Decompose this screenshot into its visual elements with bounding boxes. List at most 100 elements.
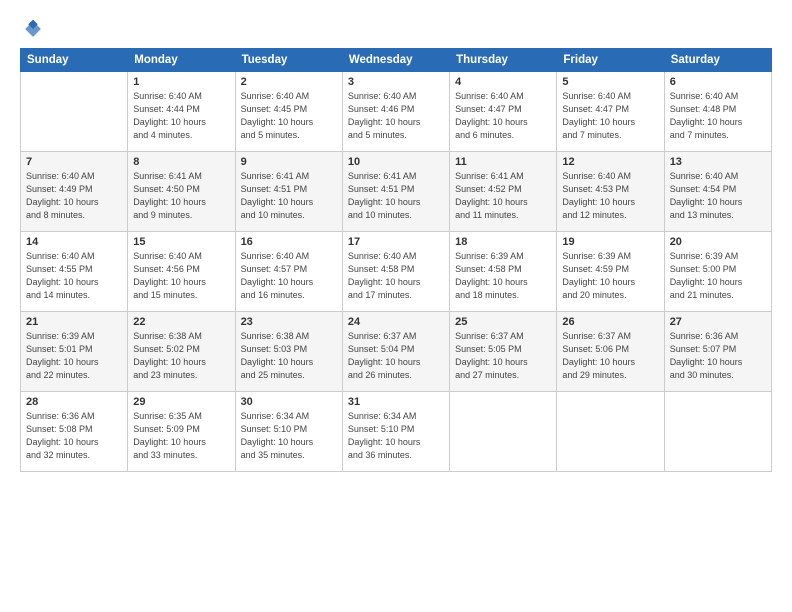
day-cell: 4 Sunrise: 6:40 AM Sunset: 4:47 PM Daylig… [450, 72, 557, 152]
day-number: 24 [348, 316, 444, 328]
day-cell: 31 Sunrise: 6:34 AM Sunset: 5:10 PM Dayli… [342, 392, 449, 472]
day-number: 18 [455, 236, 551, 248]
day-number: 30 [241, 396, 337, 408]
week-row-1: 1Sunrise: 6:40 AM Sunset: 4:44 PM Daylig… [21, 72, 772, 152]
day-number: 7 [26, 156, 122, 168]
day-cell [557, 392, 664, 472]
day-number: 17 [348, 236, 444, 248]
day-info: Sunrise: 6:36 AM Sunset: 5:08 PM Dayligh… [26, 410, 122, 462]
day-info: Sunrise: 6:39 AM Sunset: 5:00 PM Dayligh… [670, 250, 766, 302]
day-info: Sunrise: 6:40 AM Sunset: 4:45 PM Dayligh… [241, 90, 337, 142]
day-number: 9 [241, 156, 337, 168]
day-number: 8 [133, 156, 229, 168]
day-cell: 2 Sunrise: 6:40 AM Sunset: 4:45 PM Daylig… [235, 72, 342, 152]
day-cell: 24 Sunrise: 6:37 AM Sunset: 5:04 PM Dayli… [342, 312, 449, 392]
day-number: 21 [26, 316, 122, 328]
day-cell [664, 392, 771, 472]
day-info: Sunrise: 6:40 AM Sunset: 4:47 PM Dayligh… [455, 90, 551, 142]
day-info: Sunrise: 6:39 AM Sunset: 4:58 PM Dayligh… [455, 250, 551, 302]
day-number: 13 [670, 156, 766, 168]
day-info: Sunrise: 6:39 AM Sunset: 4:59 PM Dayligh… [562, 250, 658, 302]
day-number: 14 [26, 236, 122, 248]
day-cell: 1Sunrise: 6:40 AM Sunset: 4:44 PM Daylig… [128, 72, 235, 152]
week-row-2: 7Sunrise: 6:40 AM Sunset: 4:49 PM Daylig… [21, 152, 772, 232]
day-number: 4 [455, 76, 551, 88]
day-cell: 3Sunrise: 6:40 AM Sunset: 4:46 PM Daylig… [342, 72, 449, 152]
day-cell: 20 Sunrise: 6:39 AM Sunset: 5:00 PM Dayli… [664, 232, 771, 312]
day-cell: 8 Sunrise: 6:41 AM Sunset: 4:50 PM Daylig… [128, 152, 235, 232]
day-cell: 6 Sunrise: 6:40 AM Sunset: 4:48 PM Daylig… [664, 72, 771, 152]
day-number: 15 [133, 236, 229, 248]
day-cell: 19Sunrise: 6:39 AM Sunset: 4:59 PM Dayli… [557, 232, 664, 312]
day-number: 20 [670, 236, 766, 248]
day-cell: 18 Sunrise: 6:39 AM Sunset: 4:58 PM Dayli… [450, 232, 557, 312]
day-info: Sunrise: 6:41 AM Sunset: 4:52 PM Dayligh… [455, 170, 551, 222]
day-number: 11 [455, 156, 551, 168]
day-cell: 22 Sunrise: 6:38 AM Sunset: 5:02 PM Dayli… [128, 312, 235, 392]
day-cell: 7Sunrise: 6:40 AM Sunset: 4:49 PM Daylig… [21, 152, 128, 232]
day-cell: 30 Sunrise: 6:34 AM Sunset: 5:10 PM Dayli… [235, 392, 342, 472]
day-cell: 17 Sunrise: 6:40 AM Sunset: 4:58 PM Dayli… [342, 232, 449, 312]
day-cell: 21 Sunrise: 6:39 AM Sunset: 5:01 PM Dayli… [21, 312, 128, 392]
day-number: 12 [562, 156, 658, 168]
day-number: 16 [241, 236, 337, 248]
day-cell: 27 Sunrise: 6:36 AM Sunset: 5:07 PM Dayli… [664, 312, 771, 392]
day-cell: 12 Sunrise: 6:40 AM Sunset: 4:53 PM Dayli… [557, 152, 664, 232]
day-info: Sunrise: 6:36 AM Sunset: 5:07 PM Dayligh… [670, 330, 766, 382]
day-number: 1 [133, 76, 229, 88]
day-info: Sunrise: 6:40 AM Sunset: 4:47 PM Dayligh… [562, 90, 658, 142]
day-number: 29 [133, 396, 229, 408]
day-cell [21, 72, 128, 152]
day-cell: 28 Sunrise: 6:36 AM Sunset: 5:08 PM Dayli… [21, 392, 128, 472]
day-info: Sunrise: 6:38 AM Sunset: 5:02 PM Dayligh… [133, 330, 229, 382]
day-cell: 25 Sunrise: 6:37 AM Sunset: 5:05 PM Dayli… [450, 312, 557, 392]
day-info: Sunrise: 6:40 AM Sunset: 4:58 PM Dayligh… [348, 250, 444, 302]
day-number: 10 [348, 156, 444, 168]
day-info: Sunrise: 6:34 AM Sunset: 5:10 PM Dayligh… [241, 410, 337, 462]
logo-icon [22, 18, 44, 40]
day-info: Sunrise: 6:41 AM Sunset: 4:51 PM Dayligh… [241, 170, 337, 222]
day-info: Sunrise: 6:40 AM Sunset: 4:56 PM Dayligh… [133, 250, 229, 302]
day-number: 22 [133, 316, 229, 328]
day-number: 6 [670, 76, 766, 88]
day-number: 27 [670, 316, 766, 328]
day-info: Sunrise: 6:37 AM Sunset: 5:06 PM Dayligh… [562, 330, 658, 382]
page: SundayMondayTuesdayWednesdayThursdayFrid… [0, 0, 792, 612]
col-header-saturday: Saturday [664, 49, 771, 72]
col-header-wednesday: Wednesday [342, 49, 449, 72]
day-info: Sunrise: 6:41 AM Sunset: 4:50 PM Dayligh… [133, 170, 229, 222]
day-number: 25 [455, 316, 551, 328]
col-header-sunday: Sunday [21, 49, 128, 72]
day-info: Sunrise: 6:40 AM Sunset: 4:48 PM Dayligh… [670, 90, 766, 142]
col-header-monday: Monday [128, 49, 235, 72]
col-header-friday: Friday [557, 49, 664, 72]
day-cell: 9 Sunrise: 6:41 AM Sunset: 4:51 PM Daylig… [235, 152, 342, 232]
day-info: Sunrise: 6:37 AM Sunset: 5:05 PM Dayligh… [455, 330, 551, 382]
day-number: 31 [348, 396, 444, 408]
day-number: 2 [241, 76, 337, 88]
day-cell: 29 Sunrise: 6:35 AM Sunset: 5:09 PM Dayli… [128, 392, 235, 472]
day-info: Sunrise: 6:34 AM Sunset: 5:10 PM Dayligh… [348, 410, 444, 462]
day-cell: 13 Sunrise: 6:40 AM Sunset: 4:54 PM Dayli… [664, 152, 771, 232]
day-info: Sunrise: 6:40 AM Sunset: 4:57 PM Dayligh… [241, 250, 337, 302]
day-cell: 15 Sunrise: 6:40 AM Sunset: 4:56 PM Dayli… [128, 232, 235, 312]
day-info: Sunrise: 6:41 AM Sunset: 4:51 PM Dayligh… [348, 170, 444, 222]
week-row-5: 28 Sunrise: 6:36 AM Sunset: 5:08 PM Dayli… [21, 392, 772, 472]
day-cell: 5Sunrise: 6:40 AM Sunset: 4:47 PM Daylig… [557, 72, 664, 152]
day-info: Sunrise: 6:39 AM Sunset: 5:01 PM Dayligh… [26, 330, 122, 382]
day-info: Sunrise: 6:40 AM Sunset: 4:46 PM Dayligh… [348, 90, 444, 142]
header [20, 18, 772, 40]
day-info: Sunrise: 6:35 AM Sunset: 5:09 PM Dayligh… [133, 410, 229, 462]
week-row-4: 21 Sunrise: 6:39 AM Sunset: 5:01 PM Dayli… [21, 312, 772, 392]
day-cell: 10 Sunrise: 6:41 AM Sunset: 4:51 PM Dayli… [342, 152, 449, 232]
day-info: Sunrise: 6:38 AM Sunset: 5:03 PM Dayligh… [241, 330, 337, 382]
day-number: 28 [26, 396, 122, 408]
day-number: 26 [562, 316, 658, 328]
day-info: Sunrise: 6:37 AM Sunset: 5:04 PM Dayligh… [348, 330, 444, 382]
day-info: Sunrise: 6:40 AM Sunset: 4:55 PM Dayligh… [26, 250, 122, 302]
day-cell [450, 392, 557, 472]
day-info: Sunrise: 6:40 AM Sunset: 4:54 PM Dayligh… [670, 170, 766, 222]
day-cell: 23Sunrise: 6:38 AM Sunset: 5:03 PM Dayli… [235, 312, 342, 392]
day-info: Sunrise: 6:40 AM Sunset: 4:53 PM Dayligh… [562, 170, 658, 222]
header-row: SundayMondayTuesdayWednesdayThursdayFrid… [21, 49, 772, 72]
